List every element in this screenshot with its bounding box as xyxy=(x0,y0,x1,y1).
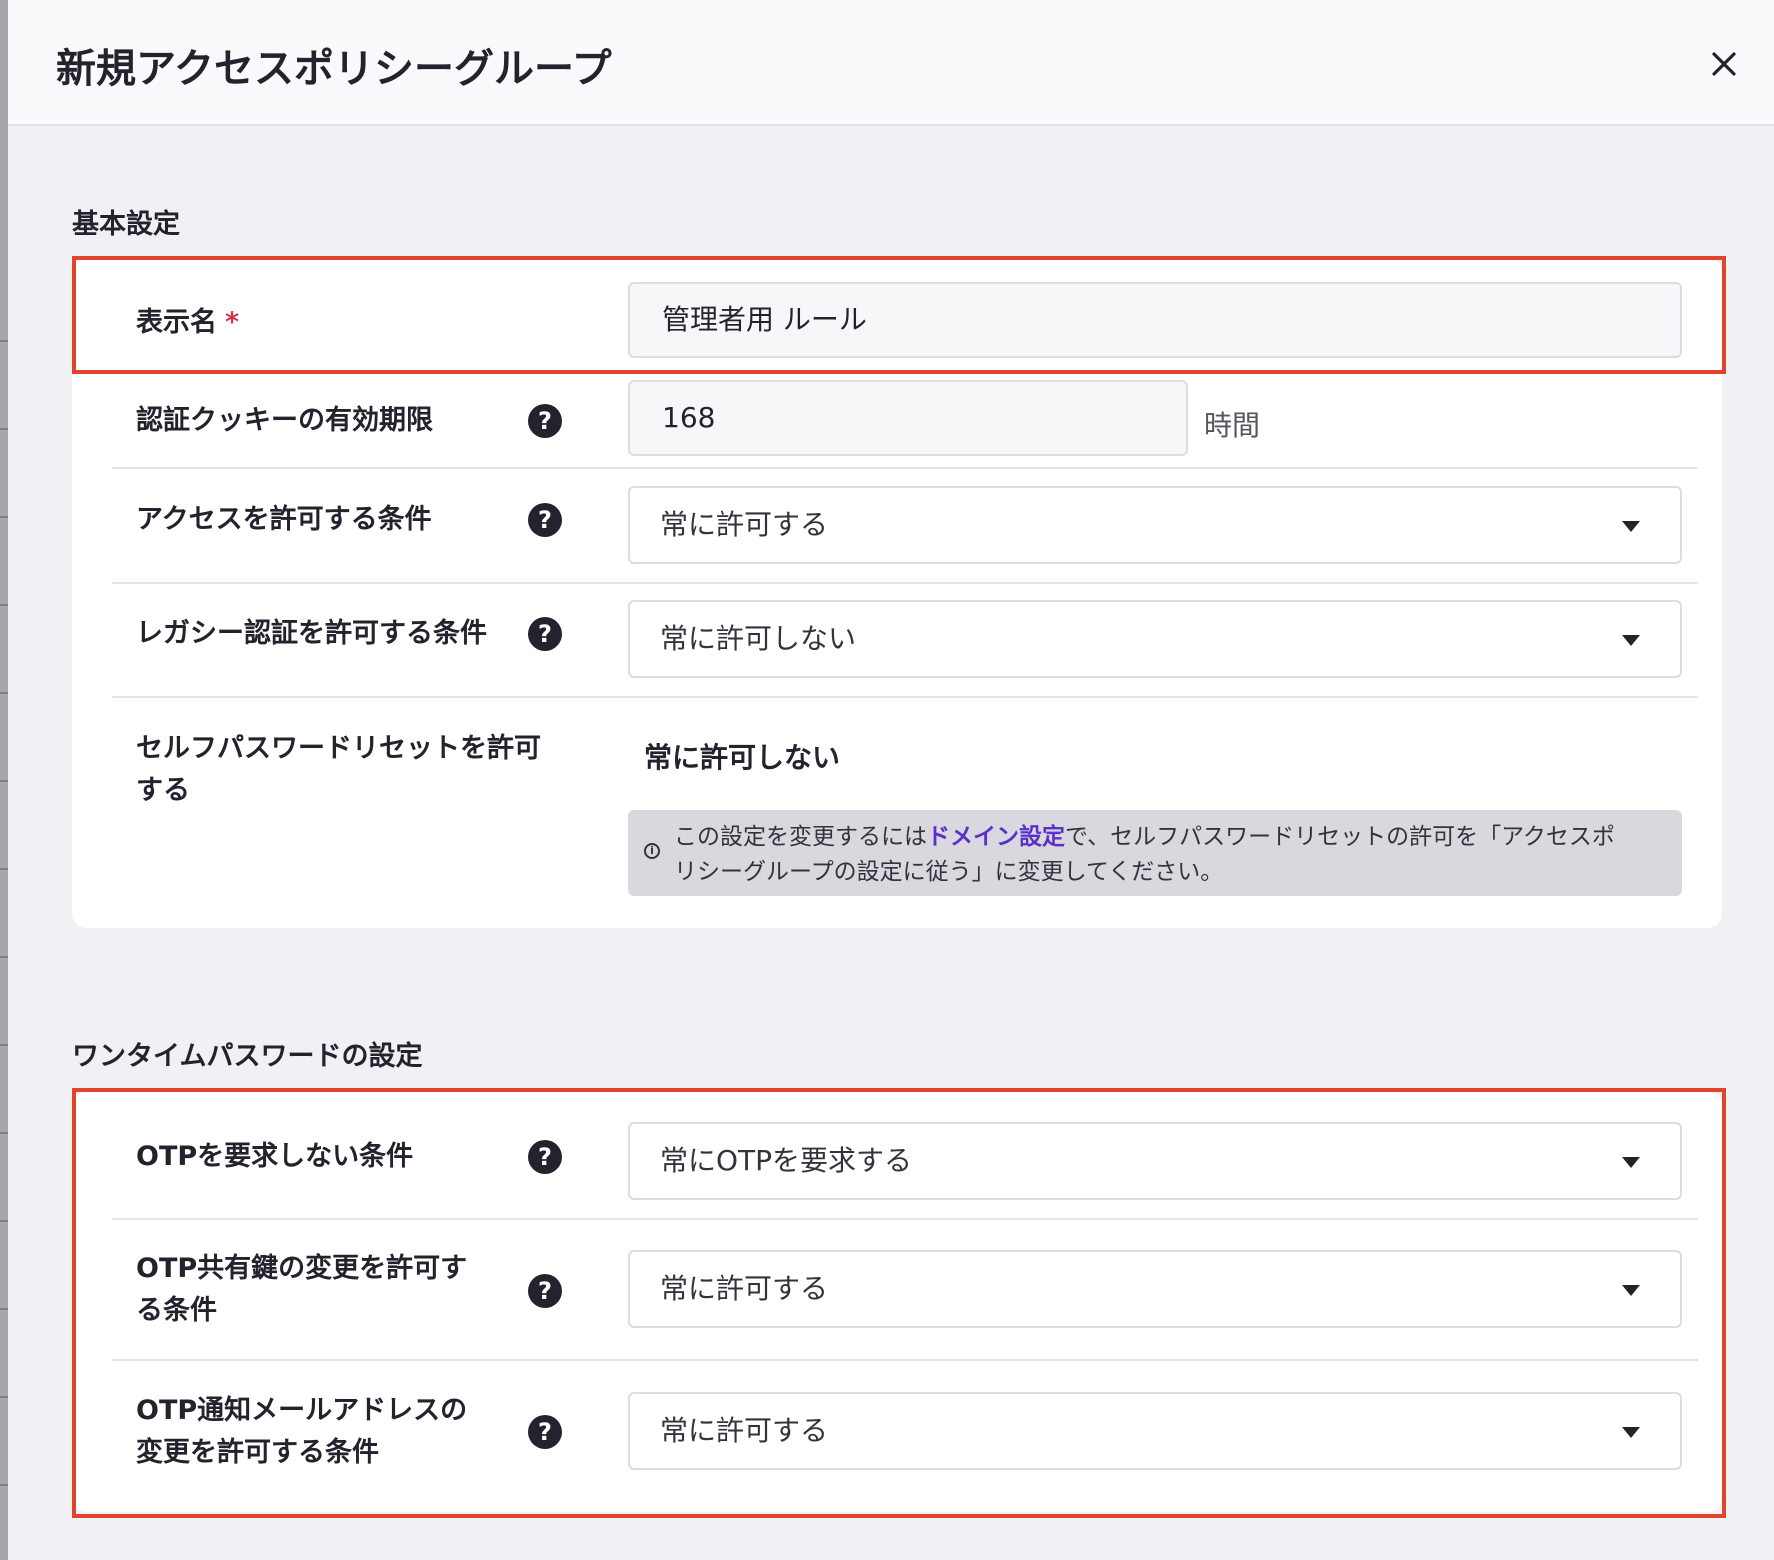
row-divider xyxy=(112,1359,1698,1361)
edge-mark xyxy=(0,1308,8,1310)
edge-mark xyxy=(0,428,8,430)
info-text-prefix: この設定を変更するには xyxy=(674,824,927,850)
row-divider xyxy=(112,1218,1698,1220)
edge-mark xyxy=(0,692,8,694)
self-password-reset-info: i この設定を変更するにはドメイン設定で、セルフパスワードリセットの許可を「アク… xyxy=(628,810,1682,896)
dialog-header: 新規アクセスポリシーグループ xyxy=(8,0,1774,126)
edge-mark xyxy=(0,604,8,606)
chevron-down-icon xyxy=(1622,1427,1640,1438)
row-divider xyxy=(112,696,1698,698)
otp-email-change-value: 常に許可する xyxy=(660,1414,829,1447)
close-button[interactable] xyxy=(1704,44,1744,84)
otp-settings-title: ワンタイムパスワードの設定 xyxy=(72,1041,423,1072)
edge-mark xyxy=(0,956,8,958)
edge-mark xyxy=(0,1044,8,1046)
display-name-input[interactable]: 管理者用 ルール xyxy=(628,282,1682,358)
edge-mark xyxy=(0,1484,8,1486)
otp-not-required-select[interactable]: 常にOTPを要求する xyxy=(628,1122,1682,1200)
otp-email-change-label: OTP通知メールアドレスの 変更を許可する条件 xyxy=(136,1390,576,1474)
required-mark: * xyxy=(225,307,240,338)
otp-not-required-help-icon[interactable]: ? xyxy=(528,1140,562,1174)
chevron-down-icon xyxy=(1622,1285,1640,1296)
otp-shared-key-label-line2: る条件 xyxy=(136,1295,217,1326)
chevron-down-icon xyxy=(1622,521,1640,532)
self-password-reset-value: 常に許可しない xyxy=(644,741,841,774)
chevron-down-icon xyxy=(1622,635,1640,646)
edge-mark xyxy=(0,1132,8,1134)
legacy-auth-label: レガシー認証を許可する条件 xyxy=(136,618,487,649)
dialog-title: 新規アクセスポリシーグループ xyxy=(56,46,612,92)
self-password-reset-label-line1: セルフパスワードリセットを許可 xyxy=(136,733,541,764)
edge-mark xyxy=(0,340,8,342)
self-password-reset-label: セルフパスワードリセットを許可 する xyxy=(136,728,576,812)
otp-shared-key-value: 常に許可する xyxy=(660,1272,829,1305)
background-window-edge xyxy=(0,0,8,1560)
legacy-auth-value: 常に許可しない xyxy=(660,622,857,655)
otp-email-change-select[interactable]: 常に許可する xyxy=(628,1392,1682,1470)
edge-mark xyxy=(0,1396,8,1398)
cookie-expiry-label: 認証クッキーの有効期限 xyxy=(136,405,433,436)
otp-not-required-label: OTPを要求しない条件 xyxy=(136,1141,414,1172)
self-password-reset-label-line2: する xyxy=(136,775,190,806)
otp-email-change-label-line1: OTP通知メールアドレスの xyxy=(136,1395,468,1426)
edge-mark xyxy=(0,868,8,870)
close-icon xyxy=(1712,52,1736,76)
access-condition-value: 常に許可する xyxy=(660,508,829,541)
legacy-auth-help-icon[interactable]: ? xyxy=(528,617,562,651)
row-divider xyxy=(112,467,1698,469)
cookie-expiry-help-icon[interactable]: ? xyxy=(528,404,562,438)
domain-settings-link[interactable]: ドメイン設定 xyxy=(927,824,1065,850)
access-condition-select[interactable]: 常に許可する xyxy=(628,486,1682,564)
otp-shared-key-label-line1: OTP共有鍵の変更を許可す xyxy=(136,1253,468,1284)
info-text-line2: リシーグループの設定に従う」に変更してください。 xyxy=(674,859,1224,885)
row-divider xyxy=(112,582,1698,584)
cookie-expiry-unit: 時間 xyxy=(1204,409,1261,442)
edge-mark xyxy=(0,1220,8,1222)
otp-not-required-value: 常にOTPを要求する xyxy=(660,1144,913,1177)
new-policy-group-dialog: 新規アクセスポリシーグループ 基本設定 表示名 * 管理者用 ルール 認証クッキー… xyxy=(8,0,1774,1560)
otp-email-change-help-icon[interactable]: ? xyxy=(528,1415,562,1449)
display-name-label: 表示名 * xyxy=(136,302,576,344)
otp-shared-key-label: OTP共有鍵の変更を許可す る条件 xyxy=(136,1248,576,1332)
edge-mark xyxy=(0,780,8,782)
otp-email-change-label-line2: 変更を許可する条件 xyxy=(136,1437,379,1468)
access-condition-label: アクセスを許可する条件 xyxy=(136,504,432,535)
otp-shared-key-select[interactable]: 常に許可する xyxy=(628,1250,1682,1328)
edge-mark xyxy=(0,516,8,518)
otp-shared-key-help-icon[interactable]: ? xyxy=(528,1274,562,1308)
info-text-suffix: で、セルフパスワードリセットの許可を「アクセスポ xyxy=(1065,824,1615,850)
basic-settings-title: 基本設定 xyxy=(72,209,180,240)
legacy-auth-select[interactable]: 常に許可しない xyxy=(628,600,1682,678)
access-condition-help-icon[interactable]: ? xyxy=(528,503,562,537)
info-icon: i xyxy=(644,843,660,859)
cookie-expiry-input[interactable]: 168 xyxy=(628,380,1188,456)
display-name-label-text: 表示名 xyxy=(136,307,217,338)
chevron-down-icon xyxy=(1622,1157,1640,1168)
